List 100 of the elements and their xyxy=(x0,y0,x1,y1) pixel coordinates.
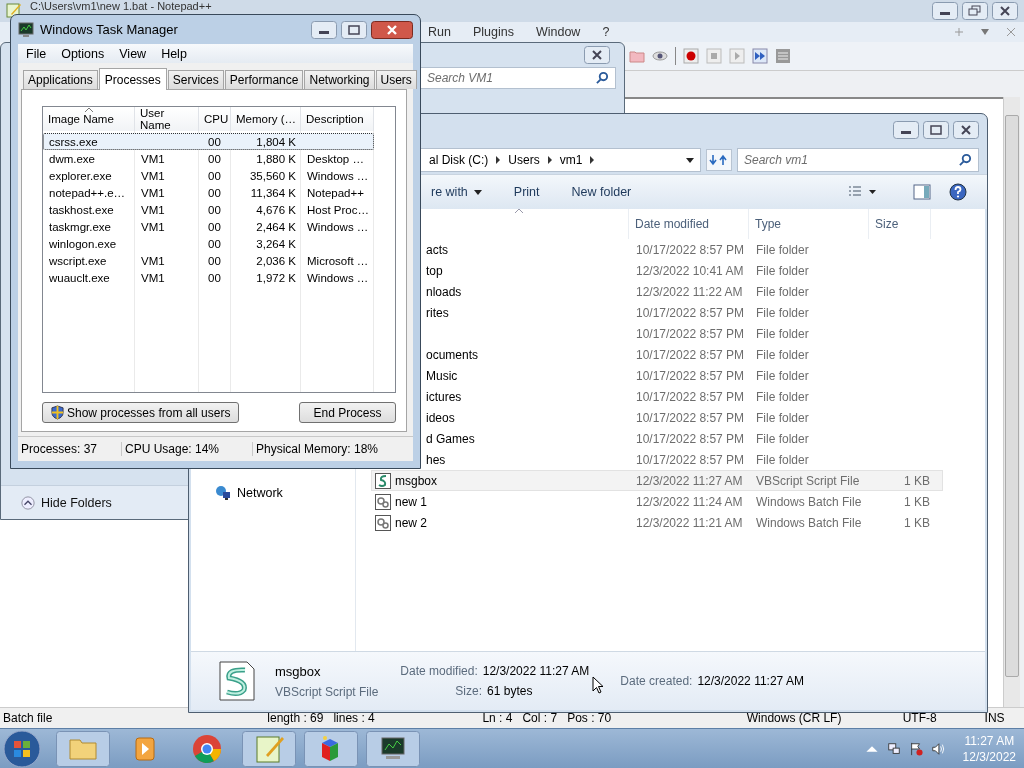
column-header[interactable]: Size xyxy=(869,209,931,239)
shield-icon xyxy=(51,405,64,420)
table-cell: Windows … xyxy=(307,220,369,233)
restore-button[interactable] xyxy=(962,2,988,20)
file-row[interactable]: ocuments 10/17/2022 8:57 PM File folder xyxy=(423,344,943,365)
menu-item[interactable]: Run xyxy=(428,25,451,39)
grid-icon[interactable] xyxy=(775,48,791,64)
file-row[interactable]: acts 10/17/2022 8:57 PM File folder xyxy=(423,239,943,260)
column-header[interactable]: User Name xyxy=(135,107,199,131)
notepad-icon[interactable] xyxy=(242,730,296,767)
date-cell-text: 12/3/2022 10:41 AM xyxy=(635,263,745,278)
column-header[interactable]: CPU xyxy=(199,107,231,131)
column-header[interactable]: Memory (… xyxy=(231,107,301,131)
date-cell-text: 12/3/2022 11:24 AM xyxy=(635,494,744,509)
file-row[interactable]: d Games 10/17/2022 8:57 PM File folder xyxy=(423,428,943,449)
file-row[interactable]: new 2 12/3/2022 11:21 AM Windows Batch File 1 KB xyxy=(371,512,943,533)
process-row[interactable]: taskhost.exe VM1 00 4,676 K Host Proc… xyxy=(43,201,374,218)
search-icon xyxy=(959,153,972,166)
caret-icon[interactable] xyxy=(980,27,990,37)
tab[interactable]: Networking xyxy=(304,70,375,89)
process-row[interactable]: csrss.exe 00 1,804 K xyxy=(43,133,374,150)
end-process-button[interactable]: End Process xyxy=(299,402,396,423)
search-field[interactable]: Search VM1 xyxy=(420,67,616,89)
eye-icon[interactable] xyxy=(652,48,668,64)
file-row[interactable]: Music 10/17/2022 8:57 PM File folder xyxy=(423,365,943,386)
chevron-icon[interactable] xyxy=(546,156,553,164)
toolbar-button[interactable]: New folder xyxy=(561,185,642,199)
table-cell: VM1 xyxy=(141,186,165,199)
minimize-button[interactable] xyxy=(311,20,337,39)
network-icon[interactable] xyxy=(886,741,901,756)
menu-item[interactable]: Help xyxy=(161,46,187,61)
chevron-icon[interactable] xyxy=(495,156,502,164)
type-cell-text: Windows Batch File xyxy=(755,515,863,530)
menu-item[interactable]: Options xyxy=(61,46,105,61)
menu-item[interactable]: View xyxy=(119,46,147,61)
process-row[interactable]: wscript.exe VM1 00 2,036 K Microsoft … xyxy=(43,252,374,269)
help-icon[interactable] xyxy=(949,183,967,201)
menu-item[interactable]: Plugins xyxy=(472,25,514,39)
maximize-button[interactable] xyxy=(923,121,949,139)
column-header[interactable]: Date modified xyxy=(629,209,749,239)
speaker-icon[interactable] xyxy=(930,741,945,756)
cube-icon[interactable] xyxy=(304,730,358,767)
table-cell: Windows … xyxy=(307,271,369,284)
menu-item[interactable]: ? xyxy=(602,25,610,39)
column-header[interactable]: Description xyxy=(301,107,374,131)
process-row[interactable]: notepad++.e… VM1 00 11,364 K Notepad++ xyxy=(43,184,374,201)
column-header[interactable]: Type xyxy=(749,209,869,239)
close-button[interactable] xyxy=(371,20,413,39)
refresh-button[interactable] xyxy=(706,149,732,171)
process-row[interactable]: winlogon.exe 00 3,264 K xyxy=(43,235,374,252)
file-row[interactable]: 10/17/2022 8:57 PM File folder xyxy=(423,323,943,344)
tab[interactable]: Processes xyxy=(98,68,167,90)
breadcrumb-item[interactable]: Users xyxy=(501,153,547,167)
breadcrumb-item[interactable]: vm1 xyxy=(552,153,590,167)
file-row[interactable]: nloads 12/3/2022 11:22 AM File folder xyxy=(423,281,943,302)
file-row[interactable]: msgbox 12/3/2022 11:27 AM VBScript Script File 1 KB xyxy=(371,470,943,491)
sort-icon xyxy=(85,108,93,112)
show-all-processes-button[interactable]: Show processes from all users xyxy=(42,402,240,423)
file-row[interactable]: top 12/3/2022 10:41 AM File folder xyxy=(423,260,943,281)
chevron-icon[interactable] xyxy=(589,156,596,164)
tab[interactable]: Performance xyxy=(224,70,304,89)
file-row[interactable]: rites 10/17/2022 8:57 PM File folder xyxy=(423,302,943,323)
breadcrumb-item[interactable]: al Disk (C:) xyxy=(422,153,496,167)
file-row[interactable]: new 1 12/3/2022 11:24 AM Windows Batch File 1 KB xyxy=(371,491,943,512)
file-row[interactable]: ideos 10/17/2022 8:57 PM File folder xyxy=(423,407,943,428)
maximize-button[interactable] xyxy=(341,20,367,39)
toolbar-button[interactable]: Print xyxy=(503,185,550,199)
tab[interactable]: Applications xyxy=(23,70,98,89)
preview-pane-icon[interactable] xyxy=(913,183,931,201)
monitor-icon[interactable] xyxy=(366,730,420,767)
toolbar-button[interactable]: re with xyxy=(421,185,492,199)
menu-item[interactable]: File xyxy=(26,46,47,61)
type-cell-text: VBScript Script File xyxy=(755,473,861,488)
minimize-button[interactable] xyxy=(932,2,958,20)
process-row[interactable]: taskmgr.exe VM1 00 2,464 K Windows … xyxy=(43,218,374,235)
menu-item[interactable]: Window xyxy=(535,25,581,39)
file-row[interactable]: ictures 10/17/2022 8:57 PM File folder xyxy=(423,386,943,407)
file-row[interactable]: hes 10/17/2022 8:57 PM File folder xyxy=(423,449,943,470)
scrollbar[interactable] xyxy=(1003,97,1020,707)
search-field[interactable]: Search vm1 xyxy=(737,148,979,172)
dropdown-icon[interactable] xyxy=(686,157,694,163)
process-row[interactable]: wuauclt.exe VM1 00 1,972 K Windows … xyxy=(43,269,374,286)
minimize-button[interactable] xyxy=(893,121,919,139)
status-text: Windows (CR LF) xyxy=(745,711,843,725)
nav-item[interactable]: Network xyxy=(191,485,355,501)
tab[interactable]: Services xyxy=(167,70,224,89)
close-button[interactable] xyxy=(992,2,1018,20)
table-cell: 1,804 K xyxy=(256,135,296,148)
fast-forward-icon[interactable] xyxy=(752,48,768,64)
date-cell-text: 10/17/2022 8:57 PM xyxy=(635,242,746,257)
start-button[interactable] xyxy=(2,728,42,768)
flag-icon[interactable] xyxy=(908,741,923,756)
close-button[interactable] xyxy=(584,46,610,64)
table-cell: 00 xyxy=(208,169,221,182)
column-header[interactable]: Image Name xyxy=(43,107,135,131)
record-icon[interactable] xyxy=(683,48,699,64)
hide-folders-button[interactable]: Hide Folders xyxy=(1,485,189,519)
tab[interactable]: Users xyxy=(375,70,417,89)
close-button[interactable] xyxy=(953,121,979,139)
clock-date: 12/3/2022 xyxy=(962,748,1016,765)
